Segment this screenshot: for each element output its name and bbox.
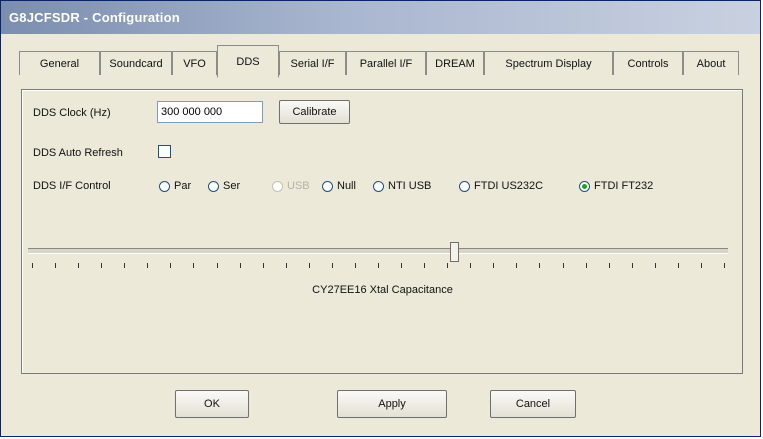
slider-tick bbox=[724, 263, 725, 268]
slider-tick bbox=[655, 263, 656, 268]
slider-tick bbox=[101, 263, 102, 268]
slider-tick bbox=[609, 263, 610, 268]
xtal-capacitance-slider[interactable] bbox=[28, 242, 728, 271]
radio-ser[interactable]: Ser bbox=[208, 178, 240, 194]
radio-null[interactable]: Null bbox=[322, 178, 356, 194]
tab-soundcard[interactable]: Soundcard bbox=[100, 51, 172, 75]
slider-track[interactable] bbox=[28, 248, 728, 254]
slider-tick bbox=[493, 263, 494, 268]
slider-tick bbox=[424, 263, 425, 268]
slider-tick bbox=[55, 263, 56, 268]
radio-dot-ser bbox=[208, 180, 219, 192]
radio-nti-usb[interactable]: NTI USB bbox=[373, 178, 431, 194]
calibrate-button[interactable]: Calibrate bbox=[279, 100, 350, 124]
radio-dot-null bbox=[322, 180, 333, 192]
xtal-capacitance-label: CY27EE16 Xtal Capacitance bbox=[312, 284, 453, 296]
tab-serial-if[interactable]: Serial I/F bbox=[279, 51, 346, 75]
slider-tick bbox=[286, 263, 287, 268]
dds-if-control-label: DDS I/F Control bbox=[33, 180, 111, 192]
tab-spectrum-display[interactable]: Spectrum Display bbox=[484, 51, 613, 75]
slider-tick bbox=[170, 263, 171, 268]
radio-dot-nti-usb bbox=[373, 180, 384, 192]
radio-ftdi-ft232[interactable]: FTDI FT232 bbox=[579, 178, 653, 194]
tab-strip: General Soundcard VFO DDS Serial I/F Par… bbox=[19, 45, 744, 78]
dds-clock-label: DDS Clock (Hz) bbox=[33, 107, 111, 119]
tab-dream[interactable]: DREAM bbox=[426, 51, 484, 75]
radio-usb-label: USB bbox=[287, 180, 310, 192]
radio-usb: USB bbox=[272, 178, 310, 194]
dds-clock-input[interactable]: 300 000 000 bbox=[157, 101, 263, 123]
tab-about[interactable]: About bbox=[683, 51, 739, 75]
radio-nti-usb-label: NTI USB bbox=[388, 180, 432, 192]
radio-dot-ftdi-us232c bbox=[459, 180, 470, 192]
slider-tick bbox=[78, 263, 79, 268]
slider-tick bbox=[193, 263, 194, 268]
radio-ftdi-ft232-label: FTDI FT232 bbox=[594, 180, 654, 192]
slider-tick bbox=[678, 263, 679, 268]
radio-dot-usb bbox=[272, 180, 283, 192]
configuration-window: G8JCFSDR - Configuration General Soundca… bbox=[0, 0, 761, 437]
slider-tick bbox=[217, 263, 218, 268]
slider-tick bbox=[378, 263, 379, 268]
radio-par[interactable]: Par bbox=[159, 178, 191, 194]
ok-button[interactable]: OK bbox=[175, 390, 249, 418]
tab-vfo[interactable]: VFO bbox=[172, 51, 217, 75]
slider-tick bbox=[632, 263, 633, 268]
radio-par-label: Par bbox=[174, 180, 192, 192]
slider-tick bbox=[240, 263, 241, 268]
tab-controls[interactable]: Controls bbox=[613, 51, 683, 75]
slider-tick bbox=[586, 263, 587, 268]
radio-null-label: Null bbox=[337, 180, 356, 192]
radio-ser-label: Ser bbox=[223, 180, 241, 192]
slider-tick bbox=[263, 263, 264, 268]
window-title: G8JCFSDR - Configuration bbox=[9, 10, 180, 25]
slider-tick bbox=[563, 263, 564, 268]
tab-dds[interactable]: DDS bbox=[217, 45, 279, 78]
radio-dot-par bbox=[159, 180, 170, 192]
slider-tick bbox=[355, 263, 356, 268]
slider-tick bbox=[701, 263, 702, 268]
slider-tick bbox=[32, 263, 33, 268]
slider-thumb[interactable] bbox=[450, 242, 459, 262]
slider-tick bbox=[401, 263, 402, 268]
dds-auto-refresh-checkbox[interactable] bbox=[158, 145, 171, 158]
apply-button[interactable]: Apply bbox=[337, 390, 447, 418]
slider-tick bbox=[147, 263, 148, 268]
cancel-button[interactable]: Cancel bbox=[490, 390, 576, 418]
tab-general[interactable]: General bbox=[19, 51, 100, 75]
title-bar[interactable]: G8JCFSDR - Configuration bbox=[1, 1, 760, 34]
slider-tick bbox=[332, 263, 333, 268]
slider-tick bbox=[309, 263, 310, 268]
slider-tick bbox=[516, 263, 517, 268]
slider-tick bbox=[124, 263, 125, 268]
slider-tick bbox=[539, 263, 540, 268]
radio-dot-ftdi-ft232 bbox=[579, 180, 590, 192]
tab-parallel-if[interactable]: Parallel I/F bbox=[346, 51, 426, 75]
dds-tab-panel bbox=[21, 89, 743, 374]
slider-tick bbox=[470, 263, 471, 268]
radio-ftdi-us232c-label: FTDI US232C bbox=[474, 180, 544, 192]
slider-tick bbox=[447, 263, 448, 268]
radio-ftdi-us232c[interactable]: FTDI US232C bbox=[459, 178, 543, 194]
dds-auto-refresh-label: DDS Auto Refresh bbox=[33, 147, 123, 159]
